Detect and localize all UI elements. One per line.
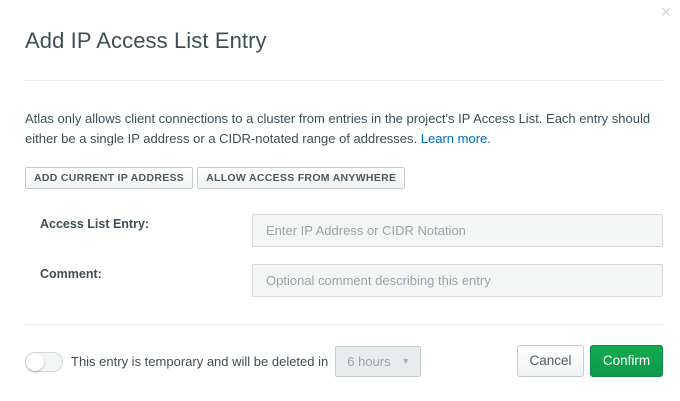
add-ip-access-list-modal: × Add IP Access List Entry Atlas only al… <box>0 0 680 401</box>
cancel-button[interactable]: Cancel <box>517 345 584 377</box>
quick-actions: ADD CURRENT IP ADDRESS ALLOW ACCESS FROM… <box>25 167 406 189</box>
access-list-entry-label: Access List Entry: <box>40 217 150 231</box>
duration-selected-value: 6 hours <box>347 354 391 369</box>
access-list-entry-input[interactable] <box>252 214 663 247</box>
allow-access-anywhere-button[interactable]: ALLOW ACCESS FROM ANYWHERE <box>197 167 406 189</box>
toggle-knob <box>26 352 44 371</box>
comment-label: Comment: <box>40 267 102 281</box>
footer-divider <box>25 324 663 325</box>
duration-select[interactable]: 6 hours ▼ <box>335 346 422 377</box>
learn-more-link[interactable]: Learn more. <box>421 131 491 146</box>
description: Atlas only allows client connections to … <box>25 109 655 149</box>
temporary-entry-label: This entry is temporary and will be dele… <box>71 354 329 369</box>
temporary-entry-row: This entry is temporary and will be dele… <box>25 346 422 377</box>
confirm-button[interactable]: Confirm <box>590 345 663 377</box>
close-icon[interactable]: × <box>656 2 676 22</box>
description-text: Atlas only allows client connections to … <box>25 111 651 146</box>
header-divider <box>25 80 663 81</box>
temporary-entry-toggle[interactable] <box>25 351 63 372</box>
comment-input[interactable] <box>252 264 663 297</box>
modal-title: Add IP Access List Entry <box>25 28 267 53</box>
add-current-ip-button[interactable]: ADD CURRENT IP ADDRESS <box>25 167 194 189</box>
caret-down-icon: ▼ <box>401 356 411 366</box>
